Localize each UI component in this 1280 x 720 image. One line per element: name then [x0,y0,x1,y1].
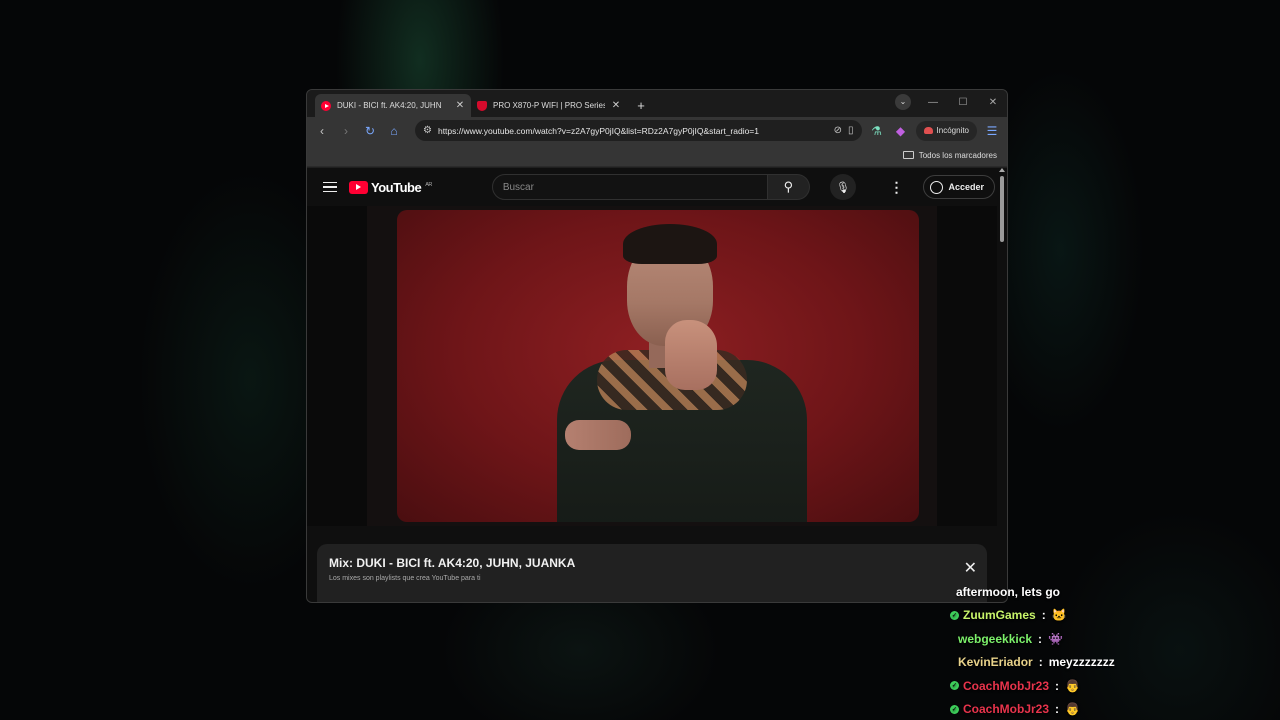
chat-username: CoachMobJr23 [963,702,1050,717]
tab-title: PRO X870-P WIFI | PRO Series M [493,101,605,110]
more-options-icon[interactable]: ⋮ [889,179,903,196]
chat-username: webgeekkick [958,631,1033,646]
mix-playlist-panel: Mix: DUKI - BICI ft. AK4:20, JUHN, JUANK… [317,544,987,602]
voice-search-button[interactable]: 🎙 [829,174,856,200]
home-icon[interactable]: ⌂ [385,122,403,140]
search-input[interactable]: Buscar [491,174,768,200]
eye-off-icon[interactable]: ⊘ [834,125,842,136]
site-info-icon[interactable]: ⚙ [423,125,432,136]
video-frame [367,206,937,526]
chat-text: meyzzzzzzz [1048,655,1115,670]
youtube-logo[interactable]: YouTube AR [349,180,432,195]
new-tab-button[interactable]: + [631,95,651,115]
msi-shield-icon [477,100,487,111]
menu-icon[interactable]: ☰ [983,122,1001,140]
verified-badge-icon: ✓ [950,610,959,620]
mix-subtitle: Los mixes son playlists que crea YouTube… [329,575,481,582]
incognito-badge[interactable]: Incógnito [915,120,977,141]
search-icon: ⚲ [783,179,794,194]
minimize-icon[interactable]: — [925,97,941,108]
all-bookmarks-link[interactable]: Todos los marcadores [919,151,997,160]
signin-label: Acceder [948,182,984,192]
tab-strip: DUKI - BICI ft. AK4:20, JUHN ✕ PRO X870-… [307,90,1007,117]
extension-icon[interactable]: ◆ [892,122,910,140]
youtube-icon [321,100,331,111]
video-person-hand [565,420,631,450]
chat-message: webgeekkick : 👾 [958,631,1063,646]
close-tab-icon[interactable]: ✕ [611,100,621,111]
chat-username: KevinEriador [958,655,1033,670]
signin-button[interactable]: Acceder [923,175,995,199]
close-icon[interactable]: ✕ [964,558,977,578]
microphone-icon: 🎙 [835,181,850,194]
tab-msi[interactable]: PRO X870-P WIFI | PRO Series M ✕ [471,94,627,117]
region-code: AR [425,181,432,188]
chat-message: KevinEriador : meyzzzzzzz [958,655,1115,670]
browser-toolbar: ‹ › ↻ ⌂ ⚙ https://www.youtube.com/watch?… [307,117,1007,144]
close-tab-icon[interactable]: ✕ [455,100,465,111]
chat-message: ✓ CoachMobJr23 : 👨 [950,702,1080,717]
youtube-page: YouTube AR Buscar ⚲ 🎙 ⋮ Acceder Mix: DUK… [307,168,1007,602]
verified-badge-icon: ✓ [950,704,959,714]
search-button[interactable]: ⚲ [767,174,810,200]
chat-text: aftermoon, lets go [956,584,1061,599]
chat-emote: 👨 [1065,678,1080,693]
address-bar[interactable]: ⚙ https://www.youtube.com/watch?v=z2A7gy… [415,120,862,141]
tab-youtube[interactable]: DUKI - BICI ft. AK4:20, JUHN ✕ [315,94,471,117]
labs-flask-icon[interactable]: ⚗ [868,122,886,140]
mix-title: Mix: DUKI - BICI ft. AK4:20, JUHN, JUANK… [329,556,576,570]
search-bar: Buscar ⚲ [491,174,810,200]
stream-chat-overlay: aftermoon, lets go ✓ ZuumGames : 🐱 webge… [950,580,1280,720]
window-controls: ⌄ — ☐ ✕ [895,94,1001,110]
video-person-hair [623,224,717,264]
close-window-icon[interactable]: ✕ [985,97,1001,108]
incognito-label: Incógnito [936,126,969,135]
youtube-play-icon [349,180,368,194]
tab-title: DUKI - BICI ft. AK4:20, JUHN [337,101,442,110]
folder-icon [902,151,914,159]
page-scrollbar[interactable] [998,168,1006,602]
scroll-up-icon[interactable] [999,168,1005,172]
reload-icon[interactable]: ↻ [361,122,379,140]
bookmark-icon[interactable]: ▯ [848,125,854,136]
video-person-hand [665,320,717,390]
chat-emote: 👾 [1048,631,1063,646]
video-player[interactable] [307,206,997,526]
tab-search-icon[interactable]: ⌄ [895,94,911,110]
chat-message: aftermoon, lets go [950,580,1280,604]
verified-badge-icon: ✓ [950,681,959,691]
browser-window: DUKI - BICI ft. AK4:20, JUHN ✕ PRO X870-… [306,89,1008,603]
chat-message: ✓ CoachMobJr23 : 👨 [950,678,1080,693]
scrollbar-thumb[interactable] [1000,176,1004,242]
forward-icon[interactable]: › [337,122,355,140]
youtube-header: YouTube AR Buscar ⚲ 🎙 ⋮ Acceder [307,168,1007,206]
maximize-icon[interactable]: ☐ [955,97,971,108]
youtube-logo-text: YouTube [371,179,422,195]
bookmarks-bar: Todos los marcadores [307,144,1007,167]
chat-message: ✓ ZuumGames : 🐱 [950,608,1067,623]
account-icon [930,180,944,194]
url-text[interactable]: https://www.youtube.com/watch?v=z2A7gyP0… [438,126,828,136]
chat-username: ZuumGames [963,608,1036,623]
chat-username: CoachMobJr23 [963,678,1050,693]
chat-emote: 🐱 [1051,608,1067,623]
back-icon[interactable]: ‹ [313,122,331,140]
chat-emote: 👨 [1065,702,1080,717]
hamburger-menu-icon[interactable] [323,181,337,193]
video-thumbnail [397,210,919,522]
incognito-icon [923,127,933,134]
